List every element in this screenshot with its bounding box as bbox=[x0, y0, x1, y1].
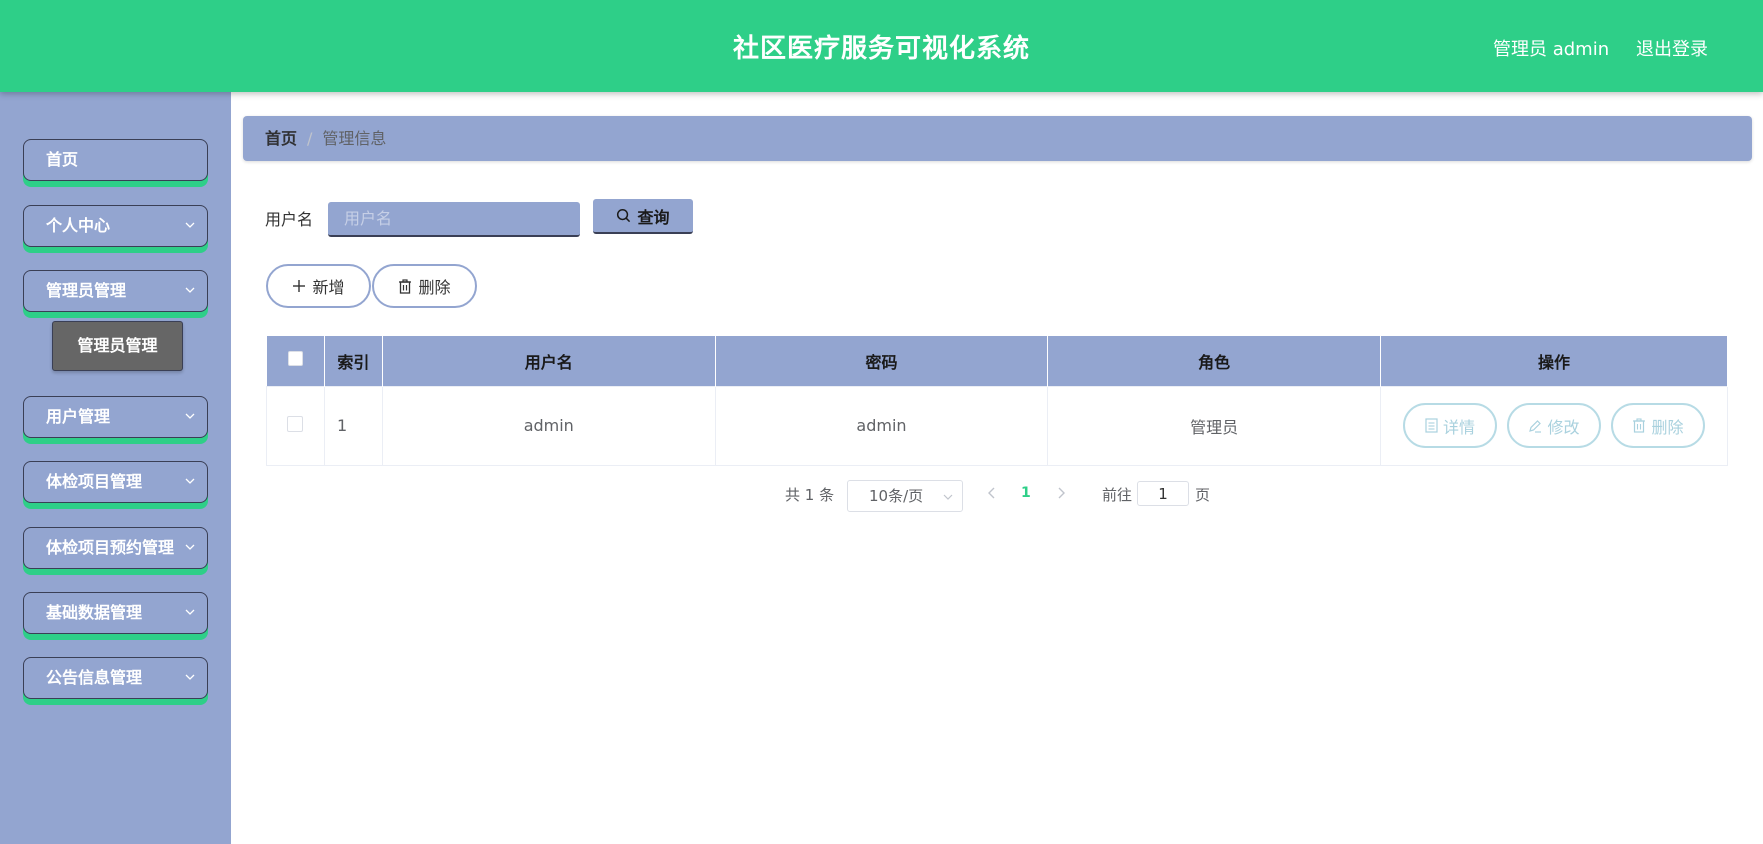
column-header-role: 角色 bbox=[1047, 336, 1381, 386]
trash-icon bbox=[399, 278, 412, 294]
chevron-down-icon bbox=[185, 544, 195, 550]
edit-icon bbox=[1529, 419, 1542, 433]
trash-icon bbox=[1633, 418, 1646, 433]
goto-unit-label: 页 bbox=[1195, 486, 1211, 504]
document-icon bbox=[1425, 418, 1438, 433]
query-button-label: 查询 bbox=[637, 209, 670, 227]
select-all-cell bbox=[266, 336, 325, 386]
page-size-select[interactable]: 10条/页 bbox=[847, 480, 963, 512]
breadcrumb: 首页 / 管理信息 bbox=[243, 116, 1752, 161]
breadcrumb-separator: / bbox=[307, 129, 313, 148]
chevron-down-icon bbox=[185, 222, 195, 228]
sidebar-item-user-management[interactable]: 用户管理 bbox=[23, 396, 208, 438]
cell-role: 管理员 bbox=[1047, 385, 1381, 466]
edit-button-label: 修改 bbox=[1547, 419, 1580, 437]
column-header-password: 密码 bbox=[715, 336, 1049, 386]
sidebar-item-label: 用户管理 bbox=[46, 407, 111, 426]
add-button[interactable]: 新增 bbox=[266, 264, 371, 308]
cell-username: admin bbox=[381, 385, 716, 466]
sidebar-item-checkup-management[interactable]: 体检项目管理 bbox=[23, 461, 208, 503]
search-label: 用户名 bbox=[265, 210, 314, 229]
sidebar-item-label: 体检项目预约管理 bbox=[46, 538, 175, 557]
search-icon bbox=[617, 208, 631, 223]
goto-label: 前往 bbox=[1102, 486, 1133, 504]
chevron-down-icon bbox=[185, 478, 195, 484]
chevron-down-icon bbox=[943, 494, 953, 500]
sidebar-item-label: 基础数据管理 bbox=[46, 603, 143, 622]
cell-password: admin bbox=[714, 385, 1049, 466]
add-button-label: 新增 bbox=[312, 280, 345, 297]
row-delete-button-label: 删除 bbox=[1651, 419, 1684, 437]
column-header-index: 索引 bbox=[324, 336, 383, 386]
chevron-down-icon bbox=[185, 609, 195, 615]
detail-button-label: 详情 bbox=[1442, 419, 1475, 437]
breadcrumb-home[interactable]: 首页 bbox=[265, 129, 297, 148]
sidebar-item-basic-data-management[interactable]: 基础数据管理 bbox=[23, 592, 208, 634]
row-checkbox[interactable] bbox=[287, 415, 304, 432]
username-search-input[interactable] bbox=[328, 202, 580, 237]
chevron-down-icon bbox=[185, 413, 195, 419]
page-number-current[interactable]: 1 bbox=[1021, 485, 1031, 501]
top-header: 社区医疗服务可视化系统 管理员 admin 退出登录 bbox=[0, 0, 1763, 92]
batch-delete-button-label: 删除 bbox=[418, 280, 451, 297]
table-row: 1 admin admin 管理员 详情 修改 删除 bbox=[266, 385, 1729, 466]
sidebar-item-checkup-booking-management[interactable]: 体检项目预约管理 bbox=[23, 527, 208, 569]
sidebar-item-label: 个人中心 bbox=[46, 216, 111, 235]
next-page-icon[interactable] bbox=[1054, 484, 1068, 502]
sidebar-item-notice-management[interactable]: 公告信息管理 bbox=[23, 657, 208, 699]
sidebar-item-home[interactable]: 首页 bbox=[23, 139, 208, 181]
detail-button[interactable]: 详情 bbox=[1402, 403, 1497, 448]
sidebar-item-label: 公告信息管理 bbox=[46, 668, 143, 687]
breadcrumb-current: 管理信息 bbox=[322, 129, 387, 148]
plus-icon bbox=[293, 280, 306, 292]
sidebar-item-label: 管理员管理 bbox=[46, 281, 127, 300]
query-button[interactable]: 查询 bbox=[593, 199, 693, 234]
cell-index: 1 bbox=[323, 385, 383, 466]
pagination-total: 共 1 条 bbox=[785, 486, 835, 504]
page-size-value: 10条/页 bbox=[869, 487, 924, 505]
sidebar-item-label: 首页 bbox=[46, 150, 79, 169]
chevron-down-icon bbox=[185, 674, 195, 680]
sidebar-item-admin-management[interactable]: 管理员管理 bbox=[23, 270, 208, 312]
previous-page-icon[interactable] bbox=[985, 484, 999, 502]
admin-table: 索引 用户名 密码 角色 操作 1 admin admin 管理员 详情 修改 … bbox=[266, 336, 1729, 466]
row-select-cell bbox=[266, 385, 325, 466]
select-all-checkbox[interactable] bbox=[287, 351, 303, 367]
sidebar-item-personal-center[interactable]: 个人中心 bbox=[23, 205, 208, 247]
logout-link[interactable]: 退出登录 bbox=[1636, 35, 1708, 61]
chevron-down-icon bbox=[185, 287, 195, 293]
sidebar-subitem-admin-management[interactable]: 管理员管理 bbox=[52, 321, 183, 371]
column-header-username: 用户名 bbox=[382, 336, 716, 386]
batch-delete-button[interactable]: 删除 bbox=[372, 264, 477, 308]
sidebar-item-label: 体检项目管理 bbox=[46, 472, 143, 491]
cell-actions: 详情 修改 删除 bbox=[1379, 385, 1729, 466]
goto-page-input[interactable] bbox=[1137, 481, 1189, 506]
row-delete-button[interactable]: 删除 bbox=[1610, 403, 1705, 448]
table-header-row: 索引 用户名 密码 角色 操作 bbox=[266, 336, 1729, 386]
current-user-label: 管理员 admin bbox=[1493, 39, 1610, 60]
column-header-actions: 操作 bbox=[1380, 336, 1729, 386]
edit-button[interactable]: 修改 bbox=[1506, 403, 1601, 448]
